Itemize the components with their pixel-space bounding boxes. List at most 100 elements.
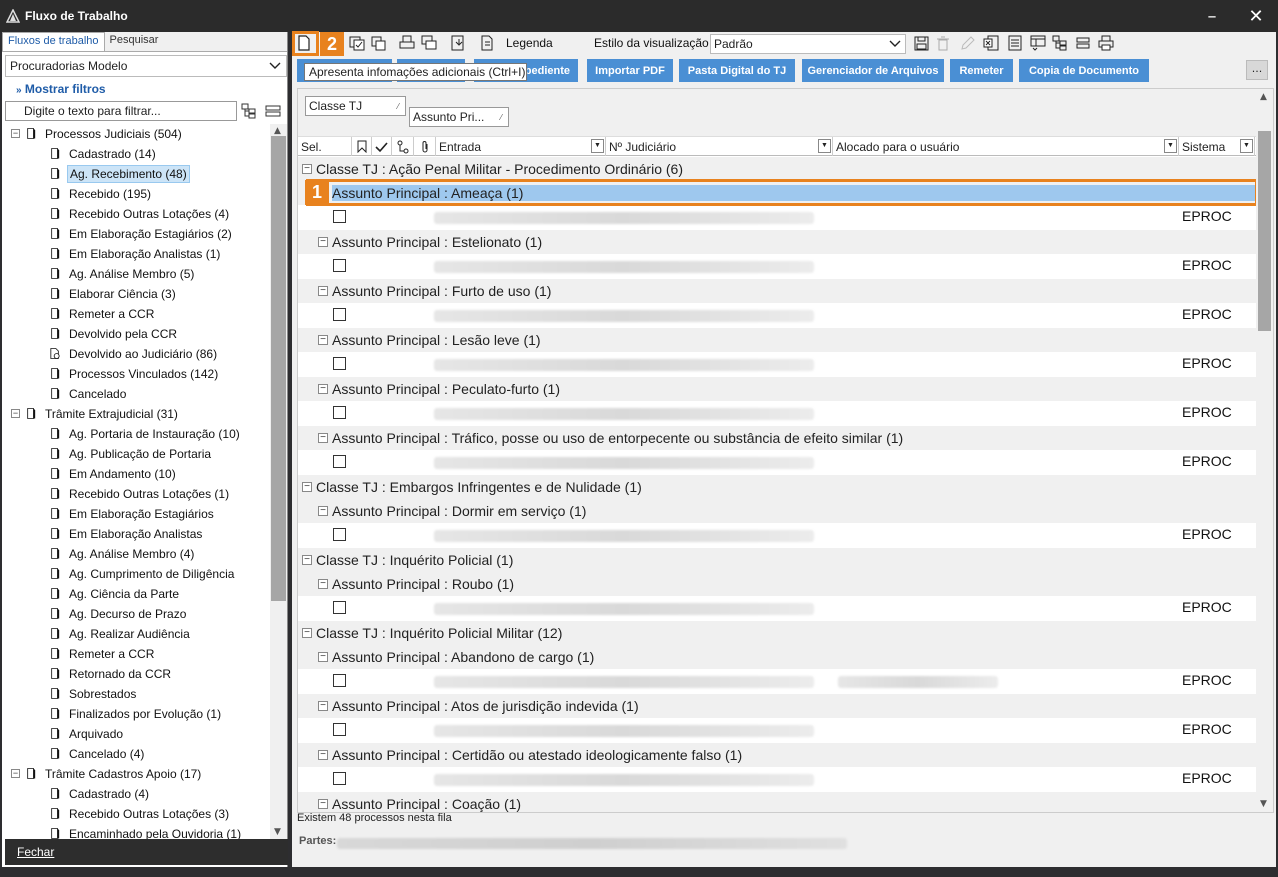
show-filters-link[interactable]: » Mostrar filtros — [16, 82, 106, 96]
header-attachment[interactable] — [414, 137, 436, 156]
group-row-assunto[interactable]: − Assunto Principal : Peculato-furto (1) — [298, 377, 1258, 401]
table-row[interactable]: EPROC — [298, 401, 1258, 426]
collapse-icon[interactable]: − — [318, 701, 328, 711]
group-row-assunto[interactable]: − Assunto Principal : Furto de uso (1) — [298, 279, 1258, 303]
tree-item[interactable]: Ag. Cumprimento de Diligência — [5, 564, 269, 584]
row-checkbox[interactable] — [333, 406, 346, 419]
tree-item[interactable]: Em Elaboração Analistas — [5, 524, 269, 544]
group-row-assunto[interactable]: − Assunto Principal : Roubo (1) — [298, 572, 1258, 596]
tree-item[interactable]: Processos Vinculados (142) — [5, 364, 269, 384]
collapse-icon[interactable]: − — [11, 129, 20, 138]
table-row[interactable]: EPROC — [298, 523, 1258, 548]
collapse-icon[interactable]: − — [302, 555, 312, 565]
scroll-up-icon[interactable]: ▲ — [274, 126, 281, 136]
header-bookmark[interactable] — [352, 137, 372, 156]
tab-search[interactable]: Pesquisar — [105, 32, 164, 51]
legend-button[interactable] — [478, 34, 496, 52]
tree-item[interactable]: Remeter a CCR — [5, 644, 269, 664]
collapse-icon[interactable]: − — [302, 164, 312, 174]
row-checkbox[interactable] — [333, 723, 346, 736]
tree-item[interactable]: Ag. Publicação de Portaria — [5, 444, 269, 464]
tree-item[interactable]: Recebido Outras Lotações (3) — [5, 804, 269, 824]
group-row-assunto[interactable]: − Assunto Principal : Atos de jurisdição … — [298, 694, 1258, 718]
group-row-assunto[interactable]: − Assunto Principal : Lesão leve (1) — [298, 328, 1258, 352]
row-checkbox[interactable] — [333, 601, 346, 614]
print-doc-button[interactable] — [398, 34, 416, 52]
table-row[interactable]: EPROC — [298, 303, 1258, 328]
forward-button[interactable]: Remeter — [950, 59, 1013, 82]
table-row[interactable]: EPROC — [298, 596, 1258, 621]
table-row[interactable]: EPROC — [298, 669, 1258, 694]
import-pdf-button[interactable]: Importar PDF — [587, 59, 673, 82]
header-link[interactable] — [392, 137, 414, 156]
grid-scroll-thumb[interactable] — [1258, 131, 1271, 331]
group-chip-classe[interactable]: Classe TJ ⁄ — [305, 96, 406, 116]
tab-workflows[interactable]: Fluxos de trabalho — [2, 32, 105, 51]
collapse-icon[interactable]: − — [318, 579, 328, 589]
collapse-all-button[interactable] — [1074, 34, 1092, 52]
scroll-up-icon[interactable]: ▲ — [1260, 92, 1267, 102]
group-row-assunto[interactable]: − Assunto Principal : Estelionato (1) — [298, 230, 1258, 254]
copy-button[interactable] — [370, 34, 388, 52]
header-check[interactable] — [372, 137, 392, 156]
collapse-icon[interactable]: − — [318, 433, 328, 443]
window-layout-button[interactable] — [420, 34, 438, 52]
row-checkbox[interactable] — [333, 455, 346, 468]
tree-item[interactable]: Recebido Outras Lotações (4) — [5, 204, 269, 224]
tree-item[interactable]: Em Elaboração Estagiários — [5, 504, 269, 524]
tj-folder-button[interactable]: Pasta Digital do TJ — [679, 59, 795, 82]
tree-item[interactable]: Em Elaboração Analistas (1) — [5, 244, 269, 264]
collapse-icon[interactable]: − — [302, 482, 312, 492]
tree-item[interactable]: Remeter a CCR — [5, 304, 269, 324]
header-entrada[interactable]: Entrada ▼ — [436, 137, 606, 156]
tree-group-item[interactable]: − Trâmite Extrajudicial (31) — [5, 404, 269, 424]
collapse-icon[interactable]: − — [318, 750, 328, 760]
group-row-assunto[interactable]: − Assunto Principal : Tráfico, posse ou u… — [298, 426, 1258, 450]
expand-tree-icon[interactable] — [241, 103, 257, 119]
header-numero[interactable]: Nº Judiciário ▼ — [606, 137, 833, 156]
collapse-icon[interactable]: − — [302, 628, 312, 638]
collapse-icon[interactable]: − — [318, 652, 328, 662]
group-row-classe[interactable]: − Classe TJ : Ação Penal Militar - Proced… — [298, 157, 1258, 181]
collapse-icon[interactable]: − — [318, 506, 328, 516]
collapse-tree-icon[interactable] — [265, 103, 281, 119]
tree-item[interactable]: Ag. Realizar Audiência — [5, 624, 269, 644]
check-list-button[interactable] — [348, 34, 366, 52]
report-button[interactable] — [1006, 34, 1024, 52]
tree-item[interactable]: Arquivado — [5, 724, 269, 744]
row-checkbox[interactable] — [333, 772, 346, 785]
tree-item[interactable]: Cadastrado (4) — [5, 784, 269, 804]
table-row[interactable]: EPROC — [298, 205, 1258, 230]
minimize-button[interactable]: – — [1190, 0, 1234, 32]
expand-all-button[interactable] — [1051, 34, 1069, 52]
group-row-classe[interactable]: − Classe TJ : Inquérito Policial (1) — [298, 548, 1258, 572]
tree-item[interactable]: Recebido (195) — [5, 184, 269, 204]
table-row[interactable]: EPROC — [298, 254, 1258, 279]
collapse-icon[interactable]: − — [318, 384, 328, 394]
filter-dropdown-icon[interactable]: ▼ — [591, 139, 604, 153]
edit-view-button[interactable] — [958, 34, 976, 52]
tree-item[interactable]: Ag. Portaria de Instauração (10) — [5, 424, 269, 444]
filter-dropdown-icon[interactable]: ▼ — [1164, 139, 1177, 153]
group-row-assunto[interactable]: − Assunto Principal : Dormir em serviço (… — [298, 499, 1258, 523]
filter-dropdown-icon[interactable]: ▼ — [818, 139, 831, 153]
collapse-icon[interactable]: − — [318, 286, 328, 296]
scroll-down-icon[interactable]: ▼ — [274, 827, 281, 837]
tree-item[interactable]: Em Elaboração Estagiários (2) — [5, 224, 269, 244]
group-row-assunto[interactable]: − Assunto Principal : Coação (1) — [298, 792, 1258, 812]
header-sistema[interactable]: Sistema ▼ — [1179, 137, 1255, 156]
collapse-icon[interactable]: − — [318, 237, 328, 247]
tree-item[interactable]: Em Andamento (10) — [5, 464, 269, 484]
group-row-classe[interactable]: − Classe TJ : Embargos Infringentes e de … — [298, 475, 1258, 499]
tree-item[interactable]: Cancelado (4) — [5, 744, 269, 764]
collapse-icon[interactable]: − — [318, 335, 328, 345]
group-row-assunto[interactable]: − Assunto Principal : Certidão ou atestad… — [298, 743, 1258, 767]
tree-item[interactable]: Elaborar Ciência (3) — [5, 284, 269, 304]
table-row[interactable]: EPROC — [298, 767, 1258, 792]
tree-scrollbar[interactable]: ▲ ▼ — [270, 124, 287, 840]
row-checkbox[interactable] — [333, 259, 346, 272]
collapse-icon[interactable]: − — [11, 769, 20, 778]
tree-item[interactable]: Devolvido ao Judiciário (86) — [5, 344, 269, 364]
collapse-icon[interactable]: − — [11, 409, 20, 418]
print-button[interactable] — [1097, 34, 1115, 52]
